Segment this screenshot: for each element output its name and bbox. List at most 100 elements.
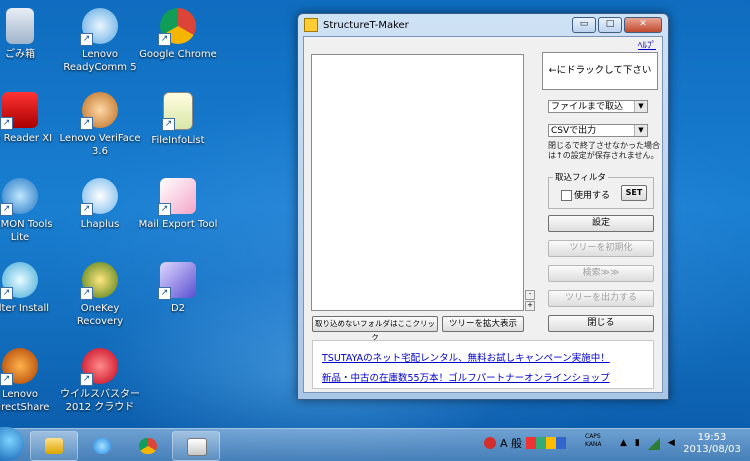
battery-icon[interactable]: ▮ <box>635 438 640 450</box>
show-hidden-icons-icon[interactable]: ▲ <box>620 438 627 450</box>
desktop-icon-daemon-tools[interactable]: ↗ AEMON Tools Lite <box>0 178 62 244</box>
minimize-button[interactable]: ▭ <box>572 17 596 33</box>
window-title: StructureT-Maker <box>323 19 409 31</box>
taskbar-structuret-maker[interactable] <box>172 431 220 461</box>
taskbar-ie[interactable] <box>78 431 126 461</box>
chevron-down-icon: ▼ <box>634 101 647 112</box>
close-button[interactable]: 閉じる <box>548 315 654 332</box>
chevron-down-icon: ▼ <box>634 125 647 136</box>
desktop-icon-label: be Reader XI <box>0 133 53 144</box>
settings-note: 閉じるで終了させなかった場合は↑の設定が保存されません。 <box>548 141 660 160</box>
shortcut-arrow-icon: ↗ <box>0 203 13 216</box>
desktop-icon-label: ウイルスバスター 2012 クラウド <box>60 389 140 413</box>
volume-icon[interactable]: ◀ <box>668 438 675 450</box>
settings-button[interactable]: 設定 <box>548 215 654 232</box>
internet-explorer-icon <box>93 438 111 454</box>
ime-indicator[interactable]: A 般 <box>500 435 522 451</box>
desktop-icon-adobe-reader[interactable]: ↗ be Reader XI <box>0 92 62 145</box>
virusbuster-icon: ↗ <box>80 348 118 386</box>
directshare-icon: ↗ <box>0 348 38 386</box>
desktop-icon-readycomm[interactable]: ↗ Lenovo ReadyComm 5 <box>58 8 142 74</box>
use-filter-label: 使用する <box>574 191 611 201</box>
filter-set-button[interactable]: SET <box>621 185 647 201</box>
output-format-value: CSVで出力 <box>551 126 597 136</box>
expand-plus-button[interactable]: + <box>525 301 535 311</box>
desktop-icon-label: Lenovo VeriFace 3.6 <box>59 133 141 157</box>
shortcut-arrow-icon: ↗ <box>0 373 13 386</box>
desktop-icon-label: Filter Install <box>0 303 50 314</box>
use-filter-checkbox[interactable] <box>561 190 572 201</box>
taskbar-explorer[interactable] <box>30 431 78 461</box>
window-client-area: ﾍﾙﾌﾟ - + ←にドラックして下さい ファイルまで取込 ▼ CSVで出力 ▼… <box>303 36 663 393</box>
unloaded-folder-button[interactable]: 取り込めないフォルダはここクリック <box>312 316 438 342</box>
veriface-icon: ↗ <box>80 92 118 130</box>
clock-date: 2013/08/03 <box>683 444 741 455</box>
desktop-icon-mail-export[interactable]: ↗ Mail Export Tool <box>136 178 220 231</box>
ad-link-tsutaya[interactable]: TSUTAYAのネット宅配レンタル、無料お試しキャンペーン実施中！ <box>322 350 610 364</box>
read-mode-value: ファイルまで取込 <box>551 102 624 112</box>
desktop-icon-recycle-bin[interactable]: ごみ箱 <box>0 8 62 61</box>
desktop-icon-filter-install[interactable]: ↗ Filter Install <box>0 262 62 315</box>
close-window-button[interactable]: ✕ <box>624 17 662 33</box>
desktop-icon-label: Lenovo ReadyComm 5 <box>63 49 137 73</box>
tray-ime-tools-icon[interactable] <box>526 437 567 449</box>
network-icon[interactable] <box>647 438 660 450</box>
readycomm-icon: ↗ <box>80 8 118 46</box>
system-tray: A 般 <box>484 435 567 451</box>
taskbar-clock[interactable]: 19:53 2013/08/03 <box>680 432 744 456</box>
expand-tree-button[interactable]: ツリーを拡大表示 <box>442 316 524 332</box>
lhaplus-icon: ↗ <box>80 178 118 216</box>
shortcut-arrow-icon: ↗ <box>162 118 175 131</box>
desktop-icon-label: FileInfoList <box>151 135 205 146</box>
shortcut-arrow-icon: ↗ <box>158 33 171 46</box>
maximize-button[interactable]: □ <box>598 17 622 33</box>
start-button[interactable] <box>0 427 24 461</box>
desktop-icon-directshare[interactable]: ↗ Lenovo DirectShare <box>0 348 62 414</box>
shortcut-arrow-icon: ↗ <box>80 203 93 216</box>
read-mode-select[interactable]: ファイルまで取込 ▼ <box>548 100 648 113</box>
shortcut-arrow-icon: ↗ <box>158 203 171 216</box>
desktop-icon-chrome[interactable]: ↗ Google Chrome <box>136 8 220 61</box>
filter-install-icon: ↗ <box>0 262 38 300</box>
desktop-icon-onekey-recovery[interactable]: ↗ OneKey Recovery <box>58 262 142 328</box>
kana-indicator: KANA <box>585 441 602 448</box>
structuret-maker-icon <box>187 438 207 456</box>
import-filter-legend: 取込フィルタ <box>553 171 608 183</box>
help-link[interactable]: ﾍﾙﾌﾟ <box>638 38 656 51</box>
daemon-tools-icon: ↗ <box>0 178 38 216</box>
chrome-icon: ↗ <box>158 8 196 46</box>
search-button[interactable]: 検索≫≫ <box>548 265 654 282</box>
onekey-recovery-icon: ↗ <box>80 262 118 300</box>
app-icon <box>304 18 318 32</box>
desktop-icon-label: ごみ箱 <box>5 49 35 60</box>
output-tree-button[interactable]: ツリーを出力する <box>548 290 654 307</box>
desktop-icon-label: Google Chrome <box>139 49 217 60</box>
caps-kana-indicator: CAPS KANA <box>585 433 602 449</box>
tray-security-icon[interactable] <box>484 437 496 449</box>
drag-drop-target[interactable]: ←にドラックして下さい <box>542 52 658 90</box>
tray-icons: ▲ ▮ ◀ <box>620 438 675 450</box>
fileinfolist-icon: ↗ <box>162 92 193 131</box>
shortcut-arrow-icon: ↗ <box>80 117 93 130</box>
window-titlebar[interactable]: StructureT-Maker ▭ □ ✕ <box>298 14 668 36</box>
adobe-reader-icon: ↗ <box>0 92 38 130</box>
chrome-icon <box>139 438 157 454</box>
desktop-icon-lhaplus[interactable]: ↗ Lhaplus <box>58 178 142 231</box>
clock-time: 19:53 <box>697 432 727 443</box>
desktop-icon-fileinfolist[interactable]: ↗ FileInfoList <box>136 92 220 147</box>
desktop-icon-virusbuster[interactable]: ↗ ウイルスバスター 2012 クラウド <box>58 348 142 414</box>
collapse-minus-button[interactable]: - <box>525 290 535 300</box>
taskbar-chrome[interactable] <box>124 431 172 461</box>
ad-link-golf-partner[interactable]: 新品・中古の在庫数55万本！ゴルフパートナーオンラインショップ <box>322 370 610 384</box>
folder-tree-list[interactable] <box>311 54 524 311</box>
desktop-icon-d2[interactable]: ↗ D2 <box>136 262 220 315</box>
output-format-select[interactable]: CSVで出力 ▼ <box>548 124 648 137</box>
desktop-icon-label: D2 <box>170 303 186 314</box>
desktop-icon-label: Mail Export Tool <box>138 219 218 230</box>
desktop-icon-label: Lenovo DirectShare <box>0 389 50 413</box>
init-tree-button[interactable]: ツリーを初期化 <box>548 240 654 257</box>
d2-icon: ↗ <box>158 262 196 300</box>
desktop-icon-veriface[interactable]: ↗ Lenovo VeriFace 3.6 <box>58 92 142 158</box>
shortcut-arrow-icon: ↗ <box>80 287 93 300</box>
shortcut-arrow-icon: ↗ <box>0 117 13 130</box>
